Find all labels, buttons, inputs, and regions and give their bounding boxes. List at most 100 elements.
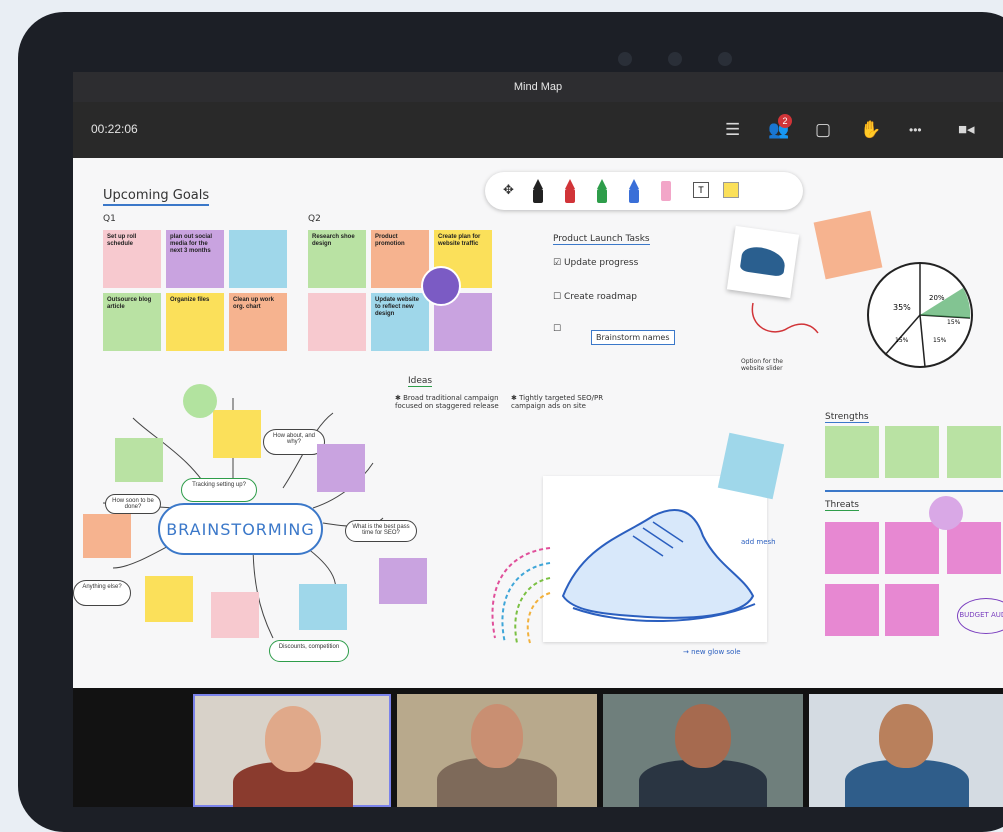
- sticky-note[interactable]: [885, 584, 939, 636]
- mindmap-node[interactable]: Discounts, competition: [269, 640, 349, 662]
- more-icon[interactable]: •••: [909, 120, 922, 140]
- mindmap-node[interactable]: Tracking setting up?: [181, 478, 257, 502]
- participants-icon[interactable]: 👥 2: [768, 114, 792, 140]
- idea-text: Tightly targeted SEO/PR campaign ads on …: [511, 394, 604, 410]
- avatar: [421, 266, 461, 306]
- shoe-sketch-drawing: [561, 509, 756, 622]
- participants-badge: 2: [778, 114, 792, 128]
- participant-face: [675, 704, 731, 768]
- sticky-note[interactable]: [145, 576, 193, 622]
- pie-label: 15%: [947, 319, 961, 326]
- camera-dot: [718, 52, 732, 66]
- task-item[interactable]: ☐: [553, 324, 561, 334]
- sticky-note[interactable]: Outsource blog article: [103, 293, 161, 351]
- checkbox-icon[interactable]: ☐: [553, 292, 561, 302]
- pen-blue[interactable]: [629, 179, 639, 203]
- sticky-note[interactable]: Set up roll schedule: [103, 230, 161, 288]
- participant-tile[interactable]: [193, 694, 391, 807]
- pen-toolbar: ✥ T: [485, 172, 803, 210]
- avatar: [183, 384, 217, 418]
- tasks-title: Product Launch Tasks: [553, 234, 650, 245]
- sticky-note[interactable]: Clean up work org. chart: [229, 293, 287, 351]
- sticky-note[interactable]: [825, 584, 879, 636]
- video-gallery: [73, 688, 1003, 807]
- sticky-note[interactable]: [947, 426, 1001, 478]
- pen-red[interactable]: [565, 179, 575, 203]
- task-label: Update progress: [563, 258, 639, 268]
- strengths-title: Strengths: [825, 412, 869, 423]
- list-icon[interactable]: ☰: [725, 120, 740, 140]
- pie-label: 15%: [895, 337, 909, 344]
- meeting-timer: 00:22:06: [91, 122, 138, 136]
- mindmap-node[interactable]: How about, and why?: [263, 429, 325, 455]
- threats-title: Threats: [825, 500, 859, 511]
- sticky-note[interactable]: [379, 558, 427, 604]
- sticky-note[interactable]: [947, 522, 1001, 574]
- participant-face: [471, 704, 523, 768]
- checked-box-icon[interactable]: ☑: [553, 258, 561, 268]
- mindmap-center-label: BRAINSTORMING: [166, 520, 315, 539]
- mindmap-node[interactable]: How soon to be done?: [105, 494, 161, 514]
- sticky-note[interactable]: [115, 438, 163, 482]
- text-tool-icon[interactable]: T: [693, 182, 709, 198]
- participant-tile[interactable]: [603, 694, 803, 807]
- sketch-note: add mesh: [741, 538, 776, 546]
- sticky-note-icon[interactable]: [723, 182, 739, 198]
- sticky-note[interactable]: [308, 293, 366, 351]
- pie-label: 15%: [933, 337, 947, 344]
- whiteboard-canvas[interactable]: ✥ T Upcoming Goals Q1 Q2 Set up roll sch…: [73, 158, 1003, 688]
- camera-dot: [668, 52, 682, 66]
- shoe-caption: Option for the website slider: [741, 358, 783, 372]
- sketch-note: → new glow sole: [683, 648, 741, 656]
- sticky-note[interactable]: [317, 444, 365, 492]
- sticky-note[interactable]: [211, 592, 259, 638]
- sticky-note[interactable]: [229, 230, 287, 288]
- task-input[interactable]: Brainstorm names: [591, 330, 675, 345]
- sticky-note[interactable]: [213, 410, 261, 458]
- sticky-note[interactable]: Update website to reflect new design: [371, 293, 429, 351]
- mindmap-center[interactable]: BRAINSTORMING: [158, 503, 323, 555]
- task-item[interactable]: ☐ Create roadmap: [553, 292, 637, 302]
- participant-face: [879, 704, 933, 768]
- highlighter-pink[interactable]: [661, 179, 671, 203]
- motion-lines: [491, 547, 551, 644]
- shoe-image: [739, 245, 787, 277]
- sticky-note[interactable]: [825, 426, 879, 478]
- q2-label: Q2: [308, 214, 321, 224]
- sticky-note[interactable]: [885, 426, 939, 478]
- sticky-note[interactable]: [717, 432, 785, 500]
- mindmap-node[interactable]: What is the best pass time for SEO?: [345, 520, 417, 542]
- sticky-note[interactable]: Organize files: [166, 293, 224, 351]
- sticky-note[interactable]: Product promotion: [371, 230, 429, 288]
- pen-black[interactable]: [533, 179, 543, 203]
- participant-tile[interactable]: [809, 694, 1003, 807]
- q1-label: Q1: [103, 214, 116, 224]
- pen-green[interactable]: [597, 179, 607, 203]
- shoe-sketch[interactable]: [543, 476, 767, 642]
- meeting-toolbar: 00:22:06 ☰ 👥 2 ▢ ✋ ••• ■◂: [73, 102, 1003, 158]
- pie-label: 20%: [929, 294, 945, 302]
- chat-icon[interactable]: ▢: [815, 120, 831, 140]
- task-item[interactable]: ☑ Update progress: [553, 258, 638, 268]
- participant-tile[interactable]: [397, 694, 597, 807]
- checkbox-icon[interactable]: ☐: [553, 324, 561, 334]
- move-icon[interactable]: ✥: [503, 182, 514, 198]
- task-label: Create roadmap: [563, 292, 637, 302]
- sticky-note[interactable]: [83, 514, 131, 558]
- avatar: [929, 496, 963, 530]
- raise-hand-icon[interactable]: ✋: [860, 120, 881, 140]
- mindmap-node[interactable]: Anything else?: [73, 580, 131, 606]
- sticky-note[interactable]: plan out social media for the next 3 mon…: [166, 230, 224, 288]
- idea-item: ✱ Tightly targeted SEO/PR campaign ads o…: [511, 394, 604, 410]
- sticky-note[interactable]: Research shoe design: [308, 230, 366, 288]
- pie-chart: 35% 20% 15% 15% 15%: [867, 262, 973, 368]
- camera-icon[interactable]: ■◂: [958, 120, 975, 140]
- sticky-note[interactable]: [299, 584, 347, 630]
- camera-dot: [618, 52, 632, 66]
- shoe-photo[interactable]: [726, 225, 800, 299]
- pie-label: 35%: [893, 303, 911, 312]
- sticky-note[interactable]: [825, 522, 879, 574]
- sticky-note[interactable]: [885, 522, 939, 574]
- window-title: Mind Map: [73, 72, 1003, 102]
- arrow-curve: [751, 302, 819, 334]
